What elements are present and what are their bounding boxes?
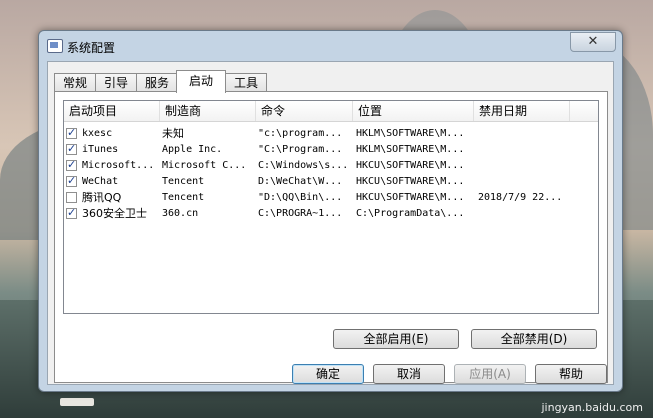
msconfig-icon bbox=[47, 39, 63, 53]
column-command[interactable]: 命令 bbox=[256, 101, 353, 121]
column-manufacturer[interactable]: 制造商 bbox=[160, 101, 256, 121]
row-location: HKCU\SOFTWARE\M... bbox=[356, 192, 465, 203]
row-location: HKLM\SOFTWARE\M... bbox=[356, 144, 465, 155]
table-row[interactable]: 腾讯QQ Tencent "D:\QQ\Bin\... HKCU\SOFTWAR… bbox=[64, 190, 598, 206]
row-name: Microsoft... bbox=[82, 160, 155, 171]
row-command: "C:\Program... bbox=[258, 144, 343, 155]
table-row[interactable]: WeChat Tencent D:\WeChat\W... HKCU\SOFTW… bbox=[64, 174, 598, 190]
row-manufacturer: 360.cn bbox=[162, 208, 199, 219]
row-disabled-date bbox=[478, 158, 578, 174]
row-name: 腾讯QQ bbox=[82, 191, 122, 204]
row-manufacturer: 未知 bbox=[162, 127, 184, 140]
tab-startup[interactable]: 启动 bbox=[176, 70, 226, 93]
row-checkbox[interactable] bbox=[66, 126, 77, 139]
boat bbox=[60, 398, 94, 406]
row-checkbox[interactable] bbox=[66, 142, 77, 155]
row-manufacturer: Tencent bbox=[162, 176, 205, 187]
startup-list[interactable]: 启动项目 制造商 命令 位置 禁用日期 kxesc 未知 "c:\program… bbox=[63, 100, 599, 314]
row-location: HKCU\SOFTWARE\M... bbox=[356, 176, 465, 187]
row-disabled-date: 2018/7/9 22... bbox=[478, 192, 563, 203]
row-manufacturer: Microsoft C... bbox=[162, 160, 247, 171]
table-row[interactable]: iTunes Apple Inc. "C:\Program... HKLM\SO… bbox=[64, 142, 598, 158]
row-manufacturer: Apple Inc. bbox=[162, 144, 223, 155]
column-disabled-date[interactable]: 禁用日期 bbox=[474, 101, 570, 121]
dialog-client-area: 常规 引导 服务 启动 工具 启动项目 制造商 命令 位置 禁用日期 kxesc… bbox=[47, 61, 614, 385]
cancel-button[interactable]: 取消 bbox=[373, 364, 445, 384]
disable-all-button[interactable]: 全部禁用(D) bbox=[471, 329, 597, 349]
table-row[interactable]: Microsoft... Microsoft C... C:\Windows\s… bbox=[64, 158, 598, 174]
title-bar[interactable]: 系统配置 ✕ bbox=[39, 31, 622, 61]
row-name: kxesc bbox=[82, 128, 113, 139]
row-checkbox[interactable] bbox=[66, 192, 77, 203]
close-button[interactable]: ✕ bbox=[570, 32, 616, 52]
row-name: iTunes bbox=[82, 144, 119, 155]
row-name: WeChat bbox=[82, 176, 119, 187]
apply-button[interactable]: 应用(A) bbox=[454, 364, 526, 384]
table-row[interactable]: kxesc 未知 "c:\program... HKLM\SOFTWARE\M.… bbox=[64, 126, 598, 142]
row-name: 360安全卫士 bbox=[82, 207, 147, 220]
window-title: 系统配置 bbox=[67, 41, 116, 55]
row-manufacturer: Tencent bbox=[162, 192, 205, 203]
row-command: "c:\program... bbox=[258, 128, 343, 139]
row-disabled-date bbox=[478, 142, 578, 158]
ok-button[interactable]: 确定 bbox=[292, 364, 364, 384]
row-checkbox[interactable] bbox=[66, 174, 77, 187]
row-disabled-date bbox=[478, 174, 578, 190]
table-row[interactable]: 360安全卫士 360.cn C:\PROGRA~1... C:\Program… bbox=[64, 206, 598, 222]
row-disabled-date bbox=[478, 206, 578, 222]
row-location: HKLM\SOFTWARE\M... bbox=[356, 128, 465, 139]
row-checkbox[interactable] bbox=[66, 206, 77, 219]
watermark: jingyan.baidu.com bbox=[541, 401, 643, 414]
row-command: "D:\QQ\Bin\... bbox=[258, 192, 343, 203]
list-header: 启动项目 制造商 命令 位置 禁用日期 bbox=[64, 101, 598, 122]
tab-tools[interactable]: 工具 bbox=[225, 73, 267, 92]
column-location[interactable]: 位置 bbox=[353, 101, 474, 121]
enable-all-button[interactable]: 全部启用(E) bbox=[333, 329, 459, 349]
column-startup-item[interactable]: 启动项目 bbox=[64, 101, 160, 121]
system-config-window: 系统配置 ✕ 常规 引导 服务 启动 工具 启动项目 制造商 命令 位置 禁用日… bbox=[38, 30, 623, 392]
row-command: D:\WeChat\W... bbox=[258, 176, 343, 187]
row-command: C:\Windows\s... bbox=[258, 160, 349, 171]
row-location: HKCU\SOFTWARE\M... bbox=[356, 160, 465, 171]
startup-panel: 启动项目 制造商 命令 位置 禁用日期 kxesc 未知 "c:\program… bbox=[54, 91, 608, 383]
tab-boot[interactable]: 引导 bbox=[95, 73, 137, 92]
tab-services[interactable]: 服务 bbox=[136, 73, 178, 92]
row-checkbox[interactable] bbox=[66, 158, 77, 171]
tab-general[interactable]: 常规 bbox=[54, 73, 96, 92]
row-command: C:\PROGRA~1... bbox=[258, 208, 343, 219]
help-button[interactable]: 帮助 bbox=[535, 364, 607, 384]
row-location: C:\ProgramData\... bbox=[356, 208, 465, 219]
row-disabled-date bbox=[478, 126, 578, 142]
